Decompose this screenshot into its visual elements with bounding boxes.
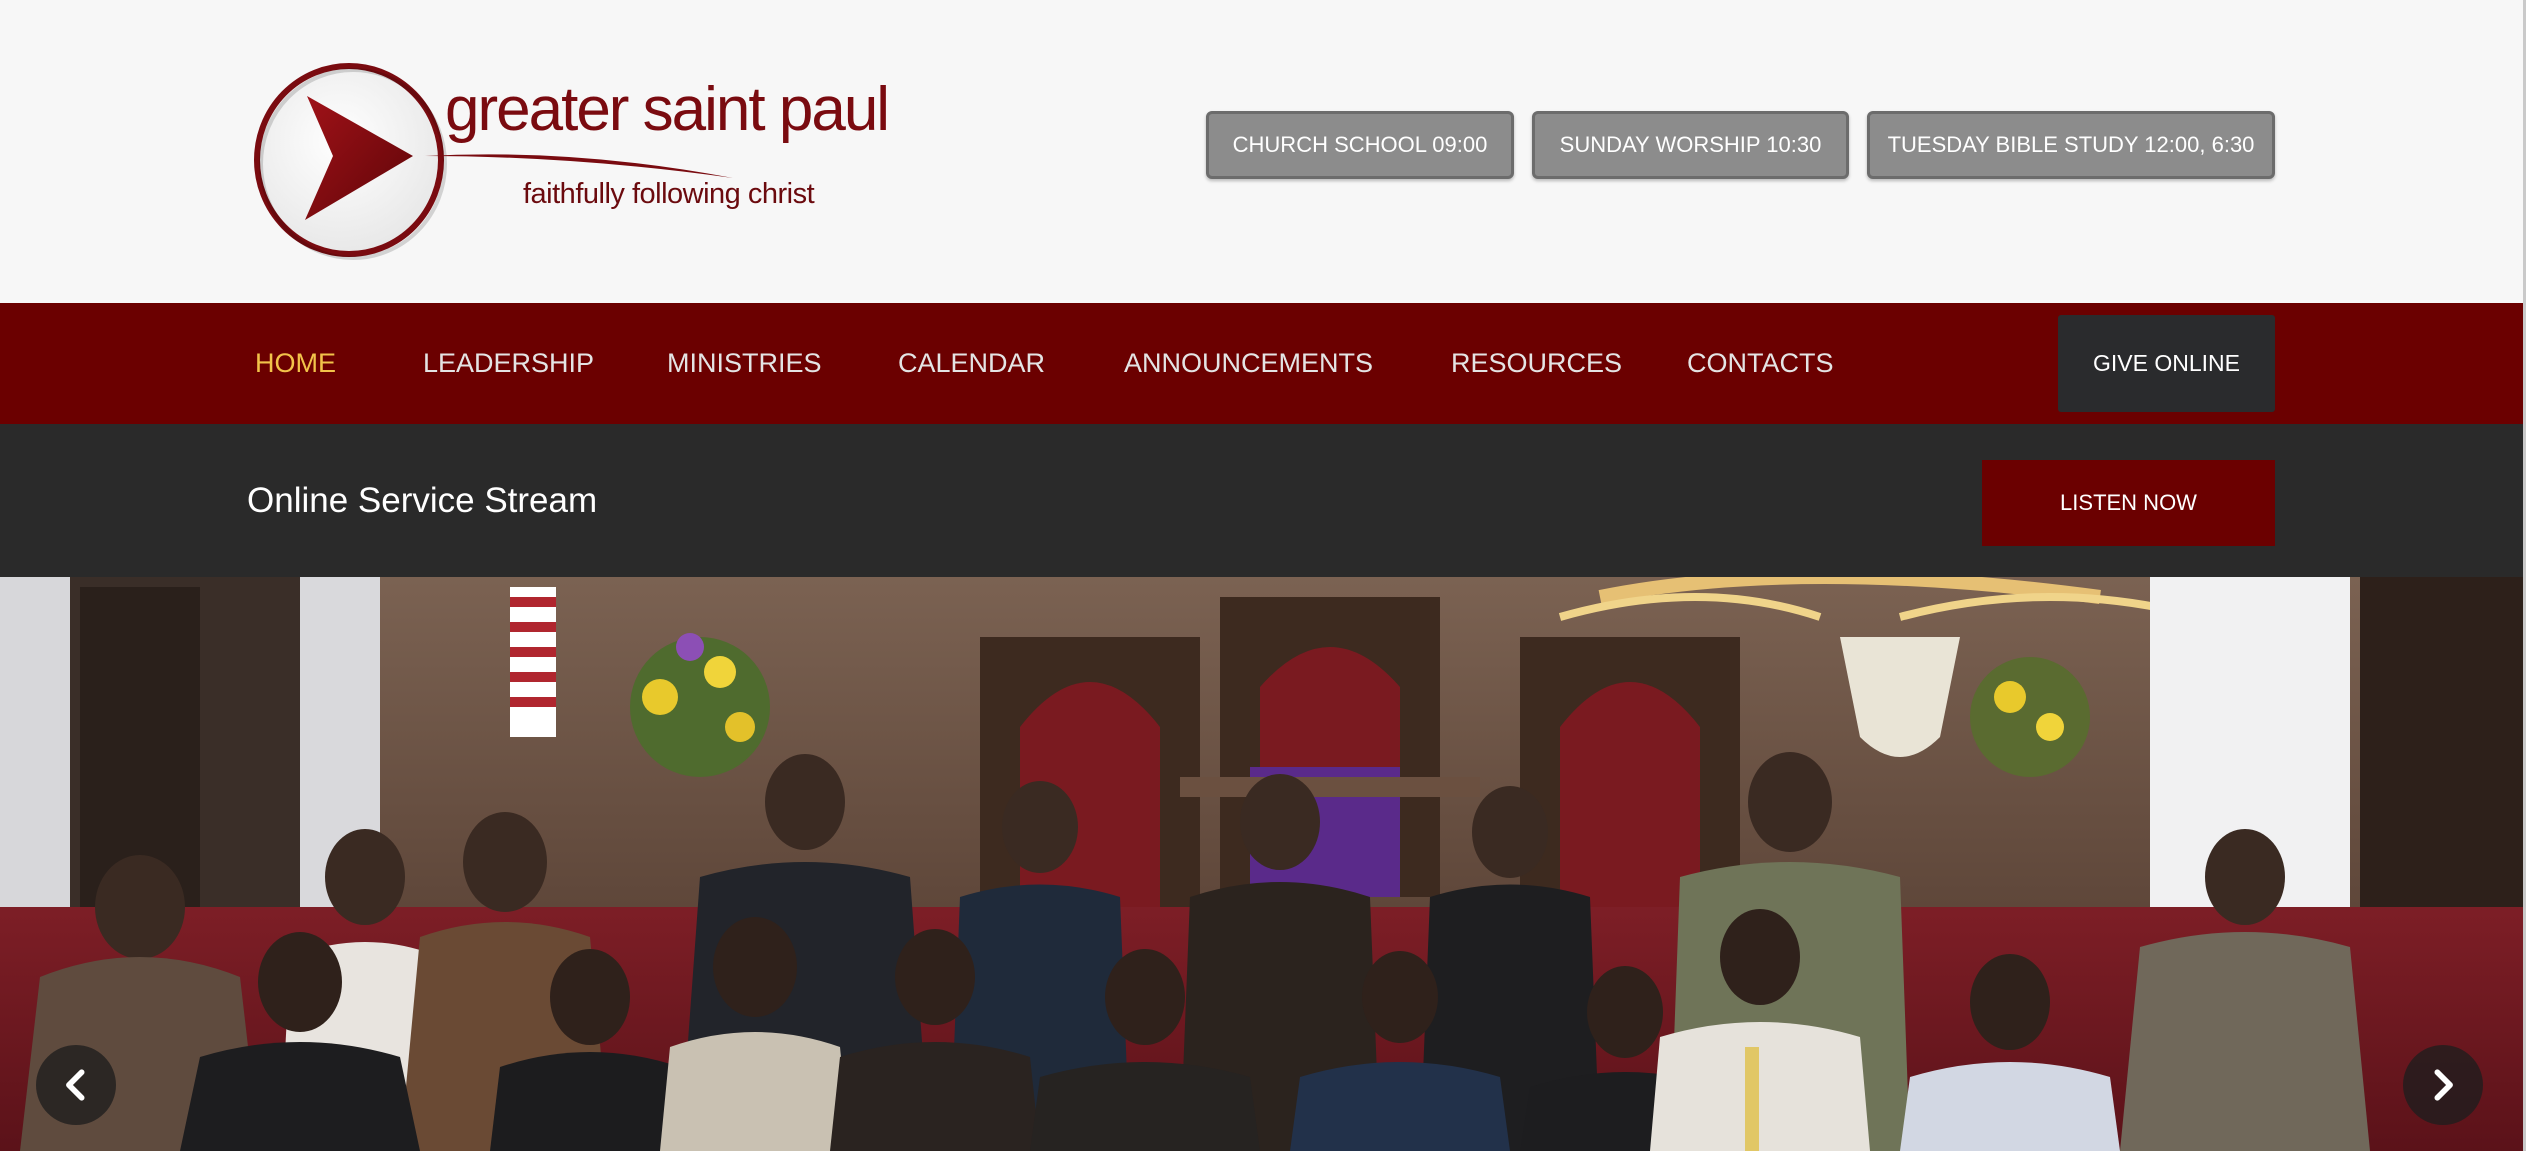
stream-bar: Online Service Stream LISTEN NOW	[0, 424, 2526, 577]
nav-item-calendar[interactable]: CALENDAR	[898, 303, 1045, 424]
hero-photo	[0, 577, 2526, 1151]
nav-item-home[interactable]: HOME	[255, 303, 336, 424]
site-header: greater saint paul faithfully following …	[0, 0, 2526, 303]
chevron-left-icon	[66, 1069, 85, 1101]
logo-tagline: faithfully following christ	[523, 178, 815, 210]
logo-title: greater saint paul	[445, 75, 890, 144]
schedule-sunday-worship[interactable]: SUNDAY WORSHIP 10:30	[1532, 111, 1849, 179]
page: greater saint paul faithfully following …	[0, 0, 2526, 1151]
nav-item-contacts[interactable]: CONTACTS	[1687, 303, 1834, 424]
give-online-button[interactable]: GIVE ONLINE	[2058, 315, 2275, 412]
nav-item-resources[interactable]: RESOURCES	[1451, 303, 1622, 424]
stream-title: Online Service Stream	[247, 480, 598, 520]
slider-next-button[interactable]	[2403, 1045, 2483, 1125]
nav-item-leadership[interactable]: LEADERSHIP	[423, 303, 594, 424]
schedule-church-school[interactable]: CHURCH SCHOOL 09:00	[1206, 111, 1514, 179]
main-nav: HOME LEADERSHIP MINISTRIES CALENDAR ANNO…	[0, 303, 2526, 424]
nav-item-ministries[interactable]: MINISTRIES	[667, 303, 822, 424]
listen-now-button[interactable]: LISTEN NOW	[1982, 460, 2275, 546]
slider-prev-button[interactable]	[36, 1045, 116, 1125]
church-logo[interactable]: greater saint paul faithfully following …	[245, 52, 890, 270]
hero-slider	[0, 577, 2526, 1151]
nav-item-announcements[interactable]: ANNOUNCEMENTS	[1124, 303, 1373, 424]
schedule-bible-study[interactable]: TUESDAY BIBLE STUDY 12:00, 6:30	[1867, 111, 2275, 179]
chevron-right-icon	[2434, 1069, 2453, 1101]
